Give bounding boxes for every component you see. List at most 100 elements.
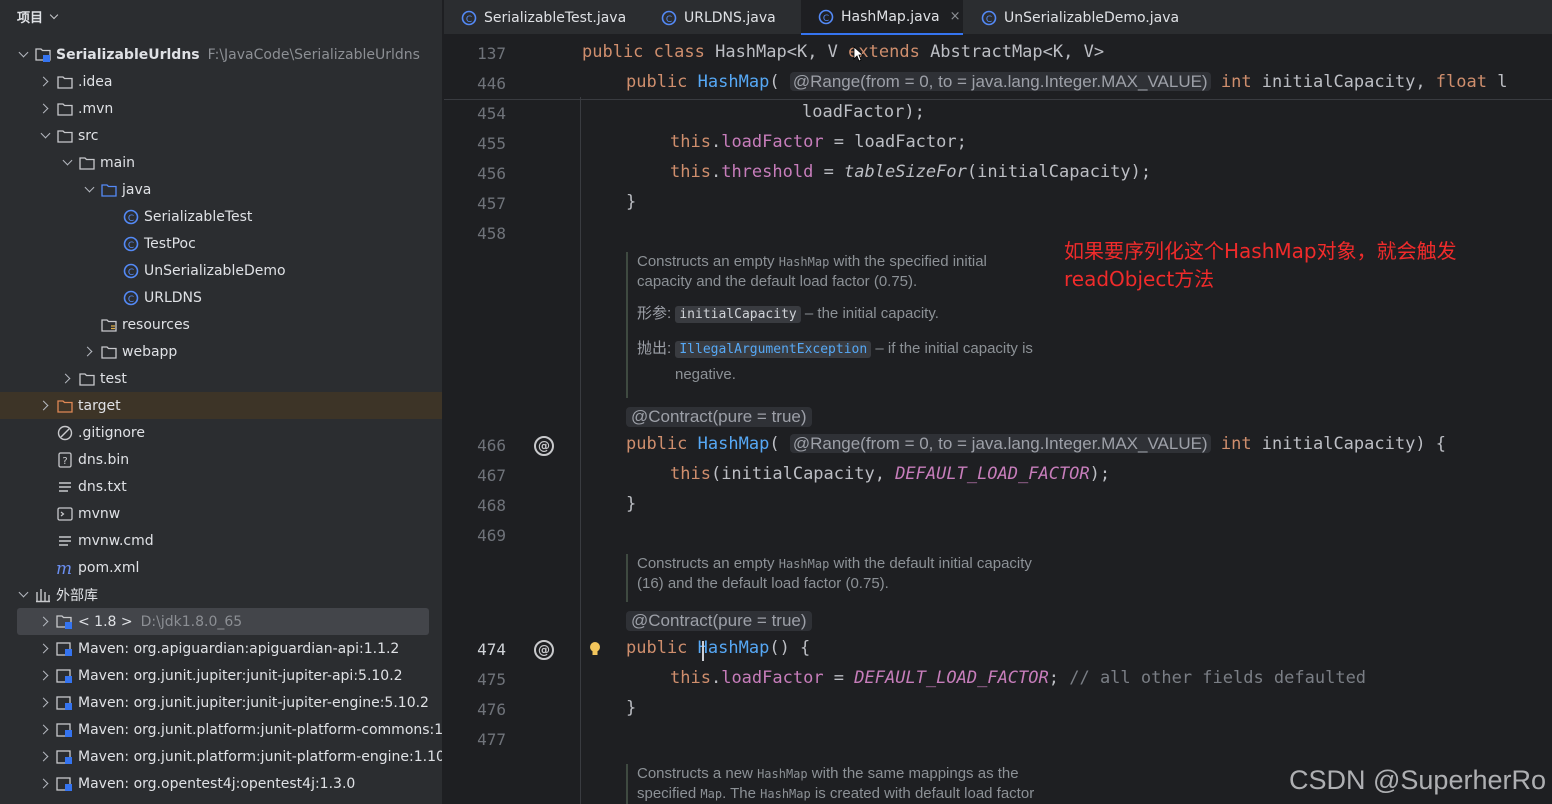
chevron-right-icon[interactable] — [38, 102, 52, 116]
chevron-right-icon[interactable] — [38, 75, 52, 89]
chevron-right-icon[interactable] — [38, 777, 52, 791]
code-line-456[interactable]: this.threshold = tableSizeFor(initialCap… — [670, 162, 1151, 182]
chevron-down-icon[interactable] — [16, 588, 30, 602]
tab-hashmap[interactable]: C HashMap.java × — [801, 0, 963, 35]
tree-item[interactable]: target — [0, 392, 442, 419]
tab-urldns[interactable]: C URLDNS.java — [656, 0, 796, 35]
tree-item-label: mvnw.cmd — [78, 532, 154, 549]
library-jar-icon — [56, 748, 74, 766]
excluded-folder-icon — [56, 397, 74, 415]
line-number: 475 — [477, 670, 506, 689]
punctuation: . — [710, 162, 722, 182]
source-folder-icon — [100, 181, 118, 199]
tree-item[interactable]: Maven: org.apiguardian:apiguardian-api:1… — [0, 635, 442, 662]
chevron-right-icon[interactable] — [38, 642, 52, 656]
tab-unserializabledemo[interactable]: C UnSerializableDemo.java — [976, 0, 1186, 35]
chevron-right-icon[interactable] — [38, 723, 52, 737]
comment: // all other fields defaulted — [1069, 668, 1367, 688]
tree-item[interactable]: m pom.xml — [0, 554, 442, 581]
superclass: AbstractMap<K, V> — [919, 42, 1105, 62]
tree-item[interactable]: mvnw — [0, 500, 442, 527]
code-editor[interactable]: 137 public class HashMap<K, V extends Ab… — [444, 35, 1552, 804]
tree-item[interactable]: C URLDNS — [0, 284, 442, 311]
chevron-down-icon[interactable] — [38, 129, 52, 143]
chevron-right-icon[interactable] — [38, 750, 52, 764]
line-number: 446 — [477, 74, 506, 93]
tree-item[interactable]: C SerializableTest — [0, 203, 442, 230]
chevron-down-icon[interactable] — [49, 10, 59, 19]
tree-item[interactable]: webapp — [0, 338, 442, 365]
code-line-457[interactable]: } — [626, 192, 636, 212]
tree-item[interactable]: C UnSerializableDemo — [0, 257, 442, 284]
code-text: = loadFactor; — [823, 132, 967, 152]
line-number: 469 — [477, 526, 506, 545]
tree-item-label: < 1.8 > — [78, 613, 133, 630]
code-line-466[interactable]: public HashMap( @Range(from = 0, to = ja… — [626, 434, 1446, 454]
code-line-137[interactable]: public class HashMap<K, V extends Abstra… — [582, 42, 1104, 62]
mouse-cursor-icon — [853, 46, 863, 62]
chevron-right-icon[interactable] — [82, 345, 96, 359]
code-line-468[interactable]: } — [626, 494, 636, 514]
param-name: initialCapacity — [675, 306, 801, 323]
chevron-right-icon[interactable] — [38, 399, 52, 413]
chevron-down-icon[interactable] — [16, 48, 30, 62]
tree-item[interactable]: main — [0, 149, 442, 176]
tree-item[interactable]: java — [0, 176, 442, 203]
tree-item[interactable]: mvnw.cmd — [0, 527, 442, 554]
tree-item[interactable]: src — [0, 122, 442, 149]
tree-item[interactable]: ? dns.bin — [0, 446, 442, 473]
code-line-474[interactable]: public HashMap() { — [626, 638, 810, 658]
lightbulb-icon[interactable] — [589, 641, 601, 657]
tree-item-label: main — [100, 154, 135, 171]
code-line-455[interactable]: this.loadFactor = loadFactor; — [670, 132, 967, 152]
java-class-icon: C — [122, 289, 140, 307]
tree-item[interactable]: Maven: org.opentest4j:opentest4j:1.3.0 — [0, 770, 442, 797]
chevron-down-icon[interactable] — [60, 156, 74, 170]
code-line-476[interactable]: } — [626, 698, 636, 718]
tree-item[interactable]: SerializableUrldns F:\JavaCode\Serializab… — [0, 41, 442, 68]
tree-item[interactable]: Maven: org.junit.platform:junit-platform… — [0, 743, 442, 770]
close-icon[interactable]: × — [950, 9, 961, 24]
tree-item[interactable]: test — [0, 365, 442, 392]
exception-link[interactable]: IllegalArgumentException — [675, 341, 872, 358]
tree-item[interactable]: dns.txt — [0, 473, 442, 500]
chevron-right-icon[interactable] — [38, 696, 52, 710]
tree-item-path: D:\jdk1.8.0_65 — [140, 613, 243, 630]
code-line-475[interactable]: this.loadFactor = DEFAULT_LOAD_FACTOR; /… — [670, 668, 1366, 688]
chevron-down-icon[interactable] — [82, 183, 96, 197]
tab-label: SerializableTest.java — [484, 9, 627, 26]
tab-label: URLDNS.java — [684, 9, 776, 26]
line-number: 454 — [477, 104, 506, 123]
annotation-gutter-icon[interactable]: @ — [534, 640, 554, 660]
line-number: 455 — [477, 134, 506, 153]
tree-item[interactable]: Maven: org.junit.jupiter:junit-jupiter-a… — [0, 662, 442, 689]
constructor-name: HashMap — [697, 638, 770, 658]
library-jar-icon — [56, 775, 74, 793]
java-class-icon: C — [122, 235, 140, 253]
tree-item[interactable]: 外部库 — [0, 581, 442, 608]
tree-item[interactable]: .mvn — [0, 95, 442, 122]
code-text: = — [813, 162, 845, 182]
chevron-right-icon[interactable] — [60, 372, 74, 386]
code-line-446[interactable]: public HashMap( @Range(from = 0, to = ja… — [626, 72, 1507, 92]
tree-item[interactable]: Maven: org.junit.platform:junit-platform… — [0, 716, 442, 743]
field: threshold — [721, 162, 814, 182]
tree-item[interactable]: resources — [0, 311, 442, 338]
chevron-right-icon[interactable] — [38, 615, 52, 629]
project-panel-header[interactable]: 项目 — [0, 0, 442, 32]
tree-item[interactable]: Maven: org.junit.jupiter:junit-jupiter-e… — [0, 689, 442, 716]
tree-item[interactable]: < 1.8 > D:\jdk1.8.0_65 — [17, 608, 429, 635]
tree-item-label: 外部库 — [56, 587, 98, 604]
chevron-right-icon[interactable] — [38, 669, 52, 683]
tree-item[interactable]: C TestPoc — [0, 230, 442, 257]
annotation-gutter-icon[interactable]: @ — [534, 436, 554, 456]
tree-item-label: pom.xml — [78, 559, 140, 576]
tree-item[interactable]: .gitignore — [0, 419, 442, 446]
tab-serializabletest[interactable]: C SerializableTest.java — [456, 0, 646, 35]
tree-item[interactable]: .idea — [0, 68, 442, 95]
folder-icon — [56, 100, 74, 118]
code-line-454[interactable]: loadFactor); — [802, 102, 925, 122]
project-panel-title: 项目 — [17, 10, 44, 26]
code-line-467[interactable]: this(initialCapacity, DEFAULT_LOAD_FACTO… — [670, 464, 1110, 484]
